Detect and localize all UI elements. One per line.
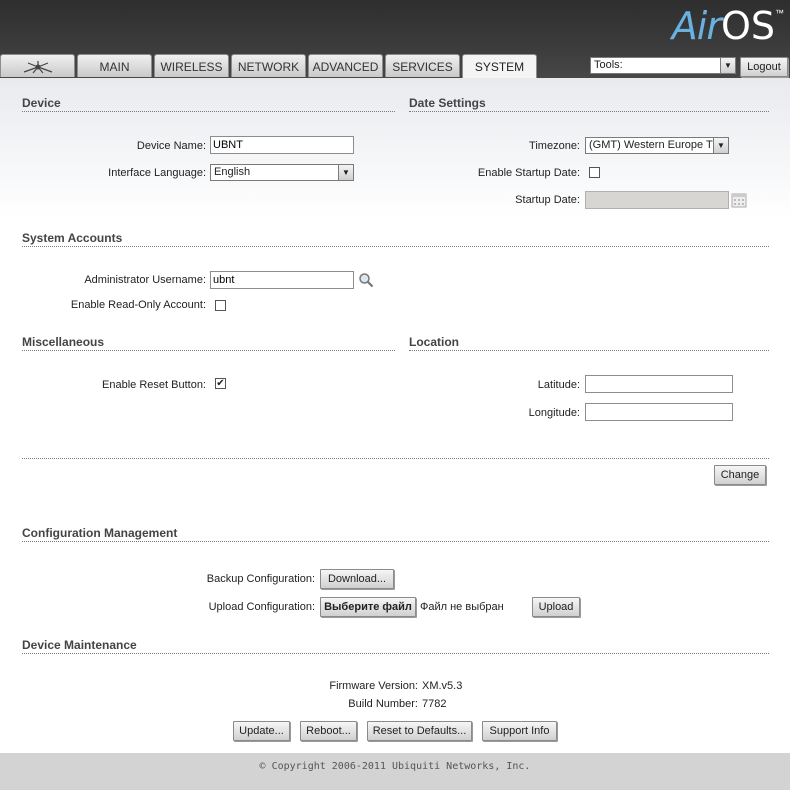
device-name-label: Device Name: (136, 140, 206, 152)
change-button[interactable]: Change (714, 465, 766, 485)
divider (22, 653, 769, 654)
chevron-down-icon: ▼ (713, 138, 728, 153)
airos-logo: Air OS ™ (672, 2, 784, 50)
readonly-account-checkbox[interactable] (215, 300, 226, 311)
interface-language-value: English (214, 166, 251, 178)
location-title: Location (409, 335, 459, 349)
device-name-input[interactable]: UBNT (210, 136, 354, 154)
divider (22, 111, 395, 112)
reset-to-defaults-button[interactable]: Reset to Defaults... (367, 721, 472, 741)
reboot-button[interactable]: Reboot... (300, 721, 357, 741)
device-section-title: Device (22, 96, 61, 110)
tab-advanced[interactable]: ADVANCED (308, 54, 383, 77)
admin-username-input[interactable]: ubnt (210, 271, 354, 289)
logout-button[interactable]: Logout (740, 57, 788, 77)
latitude-label: Latitude: (537, 379, 580, 391)
tools-select[interactable]: Tools: ▼ (590, 57, 736, 74)
build-number-value: 7782 (422, 698, 447, 710)
tab-network[interactable]: NETWORK (231, 54, 306, 77)
backup-config-label: Backup Configuration: (206, 573, 315, 585)
calendar-icon[interactable] (731, 192, 747, 208)
system-page: Device Device Name: UBNT Interface Langu… (0, 78, 790, 753)
download-button[interactable]: Download... (320, 569, 394, 589)
main-tabs: MAIN WIRELESS NETWORK ADVANCED SERVICES … (0, 54, 539, 79)
search-icon[interactable] (358, 272, 374, 288)
tab-services[interactable]: SERVICES (385, 54, 460, 77)
interface-language-select[interactable]: English ▼ (210, 164, 354, 181)
readonly-account-label: Enable Read-Only Account: (70, 299, 206, 311)
interface-language-label: Interface Language: (108, 167, 206, 179)
longitude-input[interactable] (585, 403, 733, 421)
startup-date-label: Startup Date: (515, 194, 580, 206)
divider (409, 350, 769, 351)
update-button[interactable]: Update... (233, 721, 290, 741)
reset-button-label: Enable Reset Button: (102, 379, 206, 391)
enable-startup-date-checkbox[interactable] (589, 167, 600, 178)
chevron-down-icon: ▼ (720, 58, 735, 73)
timezone-select[interactable]: (GMT) Western Europe T ▼ (585, 137, 729, 154)
no-file-chosen-text: Файл не выбран (420, 601, 504, 613)
system-accounts-title: System Accounts (22, 231, 123, 245)
latitude-input[interactable] (585, 375, 733, 393)
footer: © Copyright 2006-2011 Ubiquiti Networks,… (0, 753, 790, 790)
divider (22, 458, 769, 459)
enable-startup-date-label: Enable Startup Date: (477, 167, 580, 179)
chevron-down-icon: ▼ (338, 165, 353, 180)
divider (22, 541, 769, 542)
startup-date-input[interactable] (585, 191, 729, 209)
admin-username-label: Administrator Username: (84, 274, 206, 286)
tab-ubiquiti-logo[interactable] (0, 54, 75, 77)
upload-config-label: Upload Configuration: (208, 601, 315, 613)
miscellaneous-title: Miscellaneous (22, 335, 105, 349)
build-number-label: Build Number: (348, 698, 418, 710)
firmware-version-value: XM.v5.3 (422, 680, 463, 692)
reset-button-checkbox[interactable]: ✔ (215, 378, 226, 389)
header-bar: Air OS ™ MAIN WIRELESS NETWORK ADVANCED … (0, 0, 790, 79)
config-management-title: Configuration Management (22, 526, 178, 540)
logo-os: OS (720, 4, 775, 48)
timezone-label: Timezone: (529, 140, 580, 152)
longitude-label: Longitude: (528, 407, 580, 419)
copyright-text: © Copyright 2006-2011 Ubiquiti Networks,… (259, 761, 531, 772)
choose-file-button[interactable]: Выберите файл (320, 597, 416, 617)
logo-air: Air (671, 4, 722, 48)
tools-select-value: Tools: (594, 59, 623, 71)
divider (22, 246, 769, 247)
tab-main[interactable]: MAIN (77, 54, 152, 77)
timezone-value: (GMT) Western Europe T (589, 139, 713, 151)
firmware-version-label: Firmware Version: (329, 680, 418, 692)
ubiquiti-logo-icon (23, 61, 52, 74)
device-maintenance-title: Device Maintenance (22, 638, 137, 652)
divider (22, 350, 395, 351)
upload-button[interactable]: Upload (532, 597, 580, 617)
divider (409, 111, 769, 112)
logo-tm: ™ (775, 8, 784, 18)
tab-system[interactable]: SYSTEM (462, 54, 537, 79)
tab-wireless[interactable]: WIRELESS (154, 54, 229, 77)
date-settings-title: Date Settings (409, 96, 486, 110)
support-info-button[interactable]: Support Info (482, 721, 557, 741)
